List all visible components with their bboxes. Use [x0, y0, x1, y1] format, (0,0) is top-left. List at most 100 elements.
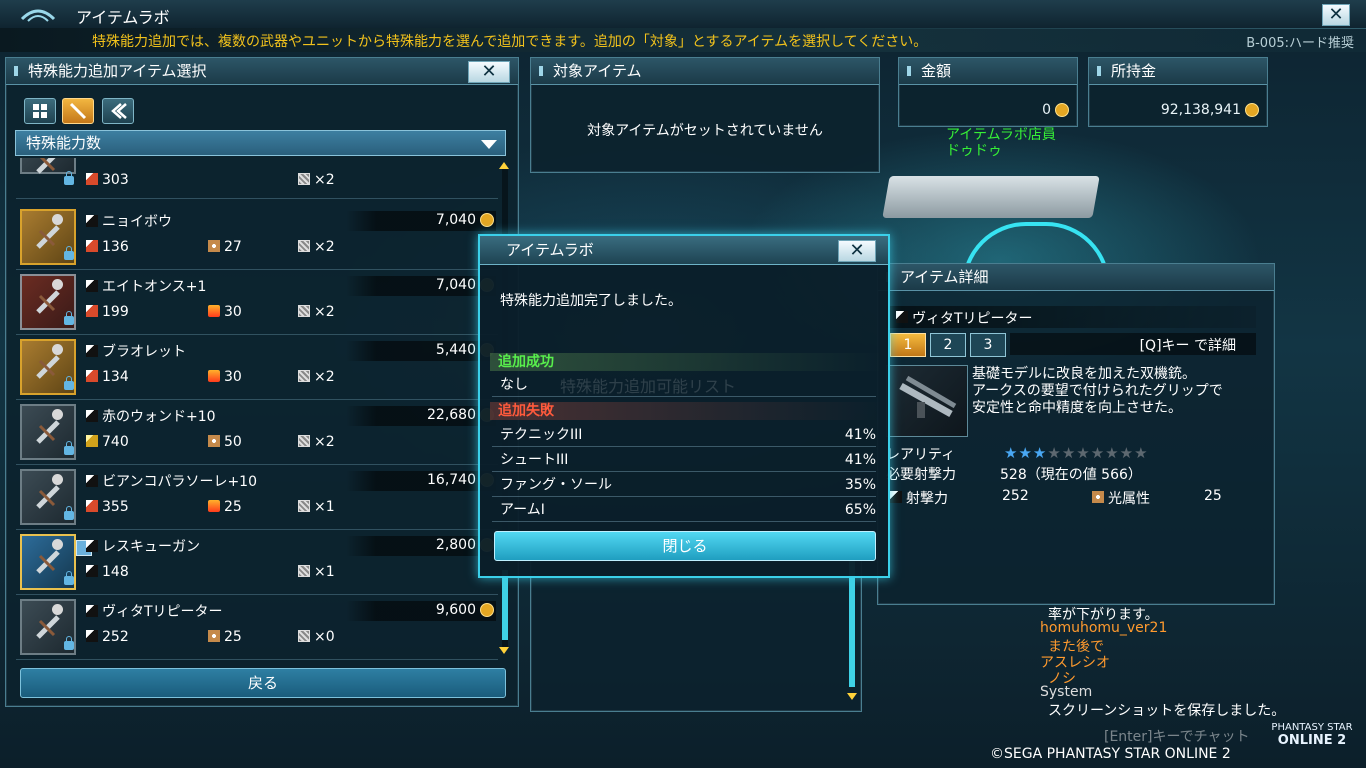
slot-count: ×1	[298, 564, 335, 580]
result-dialog: アイテムラボ ✕ 特殊能力追加完了しました。 追加成功 なし 追加失敗 テクニッ…	[478, 234, 890, 578]
star-icon: ★	[1105, 444, 1120, 462]
failure-heading: 追加失敗	[490, 402, 884, 420]
logo-line-2: ONLINE 2	[1277, 733, 1347, 748]
star-icon: ★	[1018, 444, 1033, 462]
ability-list-scrollbar[interactable]	[849, 561, 855, 687]
failure-ability-name: テクニックIII	[500, 427, 583, 443]
sort-dropdown[interactable]: 特殊能力数	[15, 130, 506, 156]
title-bar: アイテムラボ ✕	[0, 0, 1366, 29]
item-row[interactable]: レスキューガン 2,800 148 ×1	[16, 530, 498, 595]
failure-rate: 41%	[844, 452, 876, 468]
item-name: ビアンコパラソーレ+10	[86, 471, 257, 491]
locked-badge-icon	[52, 474, 63, 485]
locked-badge-icon	[52, 279, 63, 290]
dialog-close-icon[interactable]: ✕	[838, 240, 876, 262]
locked-badge-icon	[52, 214, 63, 225]
attack-stat: 199	[86, 304, 129, 320]
slot-count: ×2	[298, 369, 335, 385]
weapon-type-icon	[86, 280, 98, 292]
window-close-button[interactable]: ✕	[1322, 4, 1350, 26]
item-row[interactable]: エイトオンス+1 7,040 199 30 ×2	[16, 270, 498, 335]
item-list-scroll-thumb[interactable]	[502, 570, 508, 640]
game-logo: PHANTASY STAR ONLINE 2	[1266, 722, 1358, 748]
slot-count: ×2	[298, 172, 335, 188]
price-bar: 2,800	[346, 536, 496, 556]
atk-icon	[86, 173, 98, 185]
rarity-label: レアリティ	[886, 447, 956, 463]
scroll-down-icon[interactable]	[499, 647, 509, 654]
item-name-text: ビアンコパラソーレ+10	[102, 474, 257, 490]
failure-row: ファング・ソール 35%	[492, 473, 876, 497]
weapon-icon	[36, 615, 60, 639]
dialog-close-button[interactable]: 閉じる	[494, 531, 876, 561]
item-row[interactable]: ヴィタTリピーター 9,600 252 25 ×0	[16, 595, 498, 660]
sort-dropdown-label: 特殊能力数	[26, 134, 102, 152]
item-name: ヴィタTリピーター	[86, 601, 223, 621]
slot-value: ×0	[314, 629, 335, 645]
filter-all-button[interactable]	[24, 98, 56, 124]
chat-input-hint[interactable]: [Enter]キーでチャット	[1104, 726, 1250, 746]
failure-rate: 41%	[844, 427, 876, 443]
detail-key-hint: [Q]キー で詳細	[1139, 338, 1236, 354]
item-row[interactable]: 赤のウォンド+10 22,680 740 50 ×2	[16, 400, 498, 465]
element-value: 25	[224, 629, 242, 645]
fire-icon	[208, 370, 220, 382]
slot-icon	[298, 173, 310, 185]
item-name-text: ヴィタTリピーター	[102, 604, 223, 620]
scroll-up-icon[interactable]	[499, 162, 509, 169]
weapon-icon	[36, 355, 60, 379]
star-icon: ★	[1061, 444, 1077, 462]
attack-value: 148	[102, 564, 129, 580]
item-name: エイトオンス+1	[86, 276, 206, 296]
slot-icon	[298, 565, 310, 577]
item-row[interactable]: ニョイボウ 7,040 136 27 ×2	[16, 205, 498, 270]
locked-badge-icon	[52, 409, 63, 420]
detail-tab-3[interactable]: 3	[970, 333, 1006, 357]
item-name-text: 赤のウォンド+10	[102, 409, 216, 425]
detail-key-bar: [Q]キー で詳細	[1010, 333, 1256, 355]
item-thumbnail	[20, 599, 76, 655]
detail-tab-2[interactable]: 2	[930, 333, 966, 357]
fire-icon	[208, 500, 220, 512]
slot-icon	[298, 305, 310, 317]
item-row[interactable]: 303 ×2	[16, 158, 498, 199]
weapon-icon	[36, 158, 56, 174]
item-row[interactable]: ビアンコパラソーレ+10 16,740 355 25 ×1	[16, 465, 498, 530]
rarity-stars: ★★★★★★★★★★	[1004, 444, 1149, 462]
filter-weapon-button[interactable]	[62, 98, 94, 124]
star-icon: ★	[1134, 444, 1149, 462]
instruction-bar: 特殊能力追加では、複数の武器やユニットから特殊能力を選んで追加できます。追加の「…	[0, 28, 1366, 52]
locked-badge-icon	[52, 604, 63, 615]
element-value: 25	[1204, 488, 1222, 504]
back-button[interactable]: 戻る	[20, 668, 506, 698]
price-bar: 9,600	[346, 601, 496, 621]
instruction-text: 特殊能力追加では、複数の武器やユニットから特殊能力を選んで追加できます。追加の「…	[92, 34, 928, 50]
item-price: 2,800	[435, 537, 476, 553]
item-thumbnail	[20, 274, 76, 330]
target-empty-text: 対象アイテムがセットされていません	[587, 123, 823, 139]
price-bar: 16,740	[346, 471, 496, 491]
item-thumbnail	[20, 404, 76, 460]
item-row[interactable]: ブラオレット 5,440 134 30 ×2	[16, 335, 498, 400]
required-stat-label: 必要射撃力	[886, 467, 956, 483]
item-price: 7,040	[435, 277, 476, 293]
item-select-close-button[interactable]: ✕	[468, 61, 510, 83]
lock-icon	[64, 171, 74, 185]
element-stat: 25	[208, 499, 242, 515]
attack-stat: 252	[86, 629, 129, 645]
attack-value: 252	[102, 629, 129, 645]
slot-count: ×1	[298, 499, 335, 515]
cost-value: 0	[1042, 102, 1051, 118]
chat-line: スクリーンショットを保存しました。	[1048, 703, 1286, 719]
attack-value: 136	[102, 239, 129, 255]
filter-unit-button[interactable]	[102, 98, 134, 124]
lock-icon	[64, 571, 74, 585]
logo-line-1: PHANTASY STAR	[1271, 722, 1353, 733]
lab-lamp	[882, 176, 1100, 218]
lab-logo-icon	[20, 9, 56, 22]
star-icon: ★	[1047, 444, 1062, 462]
scroll-down-icon[interactable]	[847, 693, 857, 700]
detail-tab-1[interactable]: 1	[890, 333, 926, 357]
item-name-text: ニョイボウ	[102, 214, 172, 230]
item-price: 9,600	[435, 602, 476, 618]
